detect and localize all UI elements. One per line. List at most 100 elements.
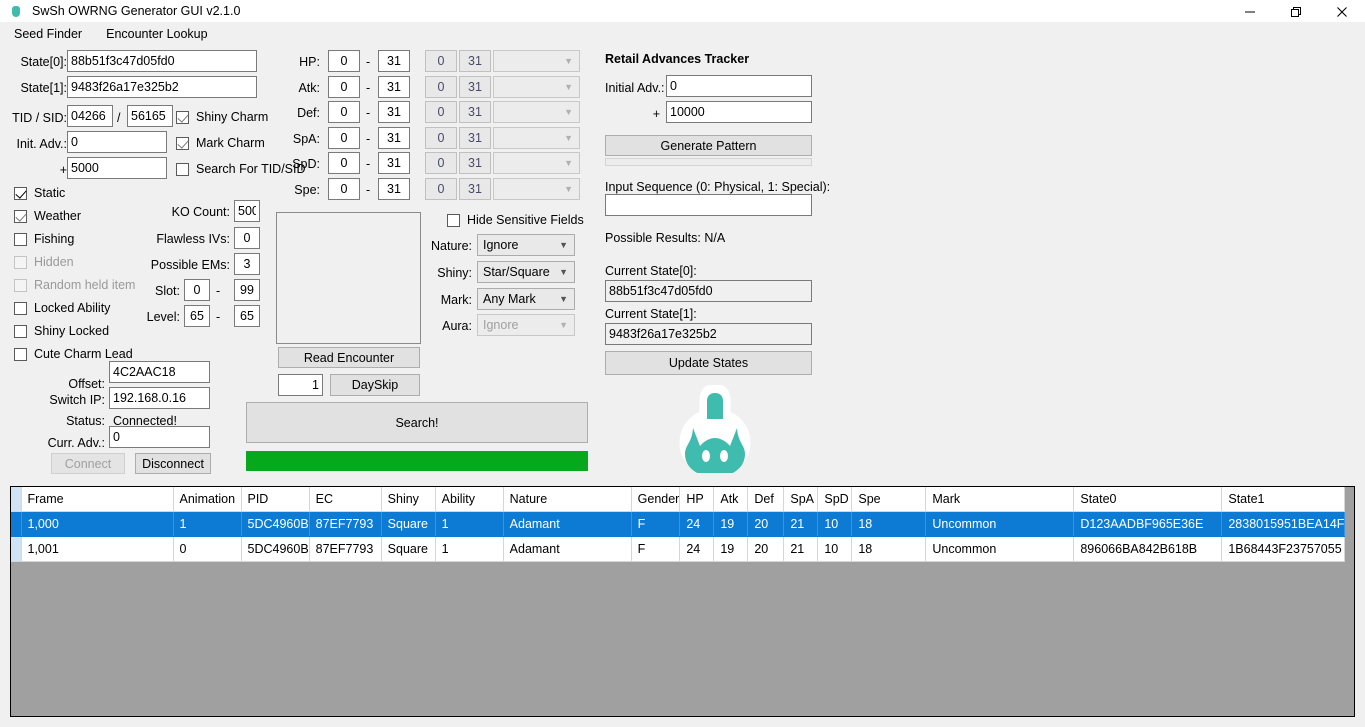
init-adv-input[interactable] — [67, 131, 167, 153]
slot-min-input[interactable] — [184, 279, 210, 301]
iv-max-input[interactable] — [378, 126, 410, 149]
column-header-hp[interactable]: HP — [679, 487, 715, 512]
dropdown-shiny-select[interactable]: Star/Square ▼ — [477, 260, 575, 283]
table-cell: F — [631, 536, 681, 562]
iv-max-input[interactable] — [378, 152, 410, 174]
dayskip-button[interactable]: DaySkip — [330, 374, 420, 396]
disconnect-button[interactable]: Disconnect — [135, 453, 211, 474]
read-encounter-button[interactable]: Read Encounter — [278, 347, 420, 368]
possible-ems-input[interactable] — [234, 253, 260, 275]
connect-button[interactable]: Connect — [51, 453, 125, 474]
checkbox-shiny-charm[interactable]: Shiny Charm — [176, 110, 268, 124]
table-cell: 20 — [747, 511, 785, 537]
column-header-gender[interactable]: Gender — [631, 487, 681, 512]
column-header-state0[interactable]: State0 — [1073, 487, 1223, 512]
flawless-ivs-input[interactable] — [234, 227, 260, 249]
initial-adv-label: Initial Adv.: — [605, 81, 665, 95]
table-cell: F — [631, 511, 681, 537]
iv-min-input[interactable] — [328, 75, 360, 98]
column-header-ec[interactable]: EC — [309, 487, 382, 512]
adv-range-input[interactable] — [67, 157, 167, 179]
results-body[interactable]: 1,000 1 5DC4960B 87EF7793 Square 1 Adamant F 24 1… — [11, 511, 1346, 562]
results-grid[interactable]: Frame Animation PID EC Shiny Ability Nature Gen… — [10, 486, 1355, 717]
offset-input[interactable] — [109, 361, 210, 383]
row-header-cell[interactable] — [11, 536, 22, 562]
update-states-button[interactable]: Update States — [605, 351, 812, 375]
state0-input[interactable] — [67, 50, 257, 72]
level-min-input[interactable] — [184, 305, 210, 327]
iv-min-input[interactable] — [328, 126, 360, 149]
row-header-cell[interactable] — [11, 511, 22, 537]
column-header-animation[interactable]: Animation — [173, 487, 242, 512]
column-header-def[interactable]: Def — [747, 487, 785, 512]
iv-max-input[interactable] — [378, 75, 410, 98]
iv-alt-min-field: 0 — [425, 177, 457, 200]
slot-max-input[interactable] — [234, 279, 260, 301]
minimize-icon[interactable] — [1227, 0, 1273, 23]
iv-max-input[interactable] — [378, 50, 410, 72]
sid-input[interactable] — [127, 105, 173, 127]
iv-hidden-power-select[interactable]: ▼ — [493, 126, 580, 149]
column-header-state1[interactable]: State1 — [1221, 487, 1346, 512]
table-cell: 1,000 — [21, 511, 174, 537]
tracker-advances-input[interactable] — [666, 101, 812, 123]
switch-ip-input[interactable] — [109, 387, 210, 409]
table-row[interactable]: 1,000 1 5DC4960B 87EF7793 Square 1 Adamant F 24 1… — [11, 511, 1346, 537]
dropdown-mark-select[interactable]: Any Mark ▼ — [477, 287, 575, 310]
dropdown-label: Mark: — [440, 292, 472, 307]
dropdown-aura-select[interactable]: Ignore ▼ — [477, 314, 575, 337]
ko-count-input[interactable] — [234, 200, 260, 222]
results-table[interactable]: Frame Animation PID EC Shiny Ability Nature Gen… — [11, 487, 1346, 562]
dropdown-nature-select[interactable]: Ignore ▼ — [477, 234, 575, 256]
close-icon[interactable] — [1319, 0, 1365, 23]
iv-min-input[interactable] — [328, 152, 360, 174]
iv-range-dash: - — [366, 131, 371, 146]
iv-hidden-power-select[interactable]: ▼ — [493, 101, 580, 123]
current-state1-input[interactable] — [605, 323, 812, 345]
checkbox-locked-ability[interactable]: Locked Ability — [14, 301, 110, 315]
table-cell: Adamant — [503, 511, 632, 537]
maximize-icon[interactable] — [1273, 0, 1319, 23]
initial-adv-input[interactable] — [666, 75, 812, 97]
checkbox-fishing[interactable]: Fishing — [14, 232, 74, 246]
input-sequence-input[interactable] — [605, 194, 812, 216]
iv-hidden-power-select[interactable]: ▼ — [493, 177, 580, 200]
level-max-input[interactable] — [234, 305, 260, 327]
checkbox-static[interactable]: Static — [14, 186, 65, 200]
checkbox-cute-charm-lead[interactable]: Cute Charm Lead — [14, 347, 133, 361]
checkbox-weather[interactable]: Weather — [14, 209, 81, 223]
column-header-shiny[interactable]: Shiny — [381, 487, 436, 512]
checkbox-hide-sensitive-fields[interactable]: Hide Sensitive Fields — [447, 213, 584, 227]
menu-item-encounter-lookup[interactable]: Encounter Lookup — [96, 25, 217, 43]
generate-pattern-button[interactable]: Generate Pattern — [605, 135, 812, 156]
column-header-spe[interactable]: Spe — [851, 487, 927, 512]
column-header-atk[interactable]: Atk — [713, 487, 749, 512]
checkbox-mark-charm[interactable]: Mark Charm — [176, 136, 265, 150]
iv-hidden-power-select[interactable]: ▼ — [493, 50, 580, 72]
current-state0-input[interactable] — [605, 280, 812, 302]
menu-item-seed-finder[interactable]: Seed Finder — [4, 25, 92, 43]
checkbox-shiny-locked[interactable]: Shiny Locked — [14, 324, 109, 338]
column-header-nature[interactable]: Nature — [503, 487, 632, 512]
column-header-mark[interactable]: Mark — [925, 487, 1075, 512]
iv-alt-min-field: 0 — [425, 50, 457, 72]
curr-adv-input[interactable] — [109, 426, 210, 448]
table-cell: 87EF7793 — [309, 511, 382, 537]
tid-input[interactable] — [67, 105, 113, 127]
column-header-spd[interactable]: SpD — [817, 487, 853, 512]
iv-min-input[interactable] — [328, 177, 360, 200]
column-header-spa[interactable]: SpA — [783, 487, 819, 512]
column-header-frame[interactable]: Frame — [21, 487, 174, 512]
dayskip-count-input[interactable] — [278, 374, 323, 396]
column-header-ability[interactable]: Ability — [435, 487, 504, 512]
iv-min-input[interactable] — [328, 50, 360, 72]
iv-max-input[interactable] — [378, 101, 410, 123]
search-button[interactable]: Search! — [246, 402, 588, 443]
iv-hidden-power-select[interactable]: ▼ — [493, 75, 580, 98]
table-row[interactable]: 1,001 0 5DC4960B 87EF7793 Square 1 Adamant F 24 1… — [11, 536, 1346, 562]
state1-input[interactable] — [67, 76, 257, 98]
iv-min-input[interactable] — [328, 101, 360, 123]
iv-hidden-power-select[interactable]: ▼ — [493, 152, 580, 174]
column-header-pid[interactable]: PID — [241, 487, 310, 512]
iv-max-input[interactable] — [378, 177, 410, 200]
